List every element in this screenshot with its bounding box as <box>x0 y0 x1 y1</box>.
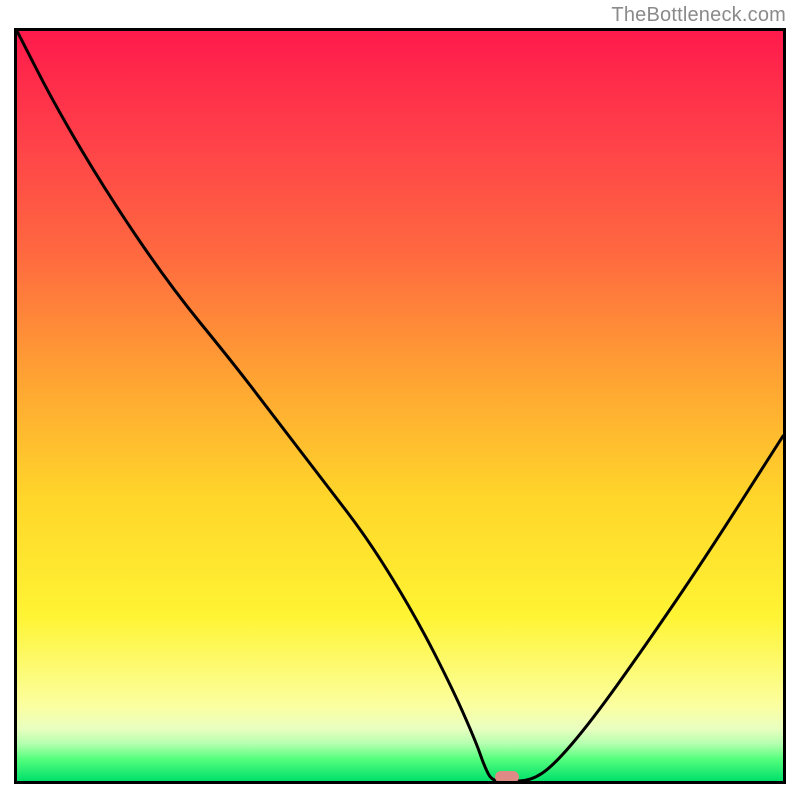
plot-frame <box>14 28 786 784</box>
bottleneck-curve <box>17 31 783 781</box>
optimal-point-marker <box>495 771 519 783</box>
bottleneck-chart: TheBottleneck.com <box>0 0 800 800</box>
bottleneck-curve-layer <box>17 31 783 781</box>
watermark-text: TheBottleneck.com <box>611 4 786 27</box>
